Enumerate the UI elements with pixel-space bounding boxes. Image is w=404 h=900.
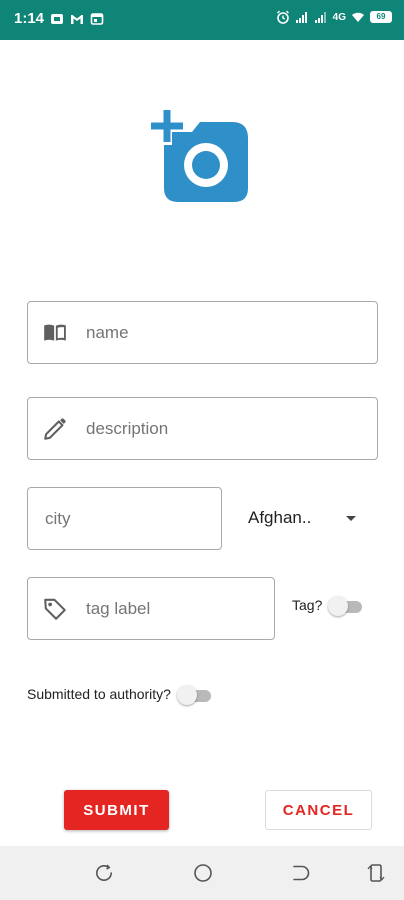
gmail-icon — [71, 14, 84, 24]
message-icon — [51, 13, 64, 24]
authority-toggle-label: Submitted to authority? — [27, 686, 171, 702]
status-right: 4G 69 — [276, 10, 392, 24]
tag-icon — [44, 598, 66, 620]
authority-toggle-thumb — [176, 685, 197, 705]
tag-toggle-thumb — [328, 596, 349, 616]
tag-toggle[interactable] — [328, 594, 364, 616]
back-icon[interactable] — [289, 862, 311, 884]
network-type: 4G — [332, 11, 346, 23]
tag-toggle-row: Tag? — [292, 594, 364, 616]
calendar-icon — [90, 12, 104, 25]
recent-apps-icon[interactable] — [93, 862, 115, 884]
authority-toggle[interactable] — [176, 683, 213, 705]
status-time: 1:14 — [14, 10, 45, 27]
add-a-photo-icon[interactable] — [148, 110, 252, 204]
name-input[interactable] — [86, 322, 377, 343]
country-dropdown[interactable]: Afghan.. — [240, 502, 370, 534]
alarm-icon — [276, 10, 289, 24]
country-value: Afghan.. — [248, 508, 312, 527]
pencil-icon — [44, 417, 66, 440]
authority-toggle-row: Submitted to authority? — [27, 683, 213, 705]
wifi-icon — [352, 12, 364, 22]
tag-toggle-label: Tag? — [292, 597, 323, 613]
signal-icon-secondary — [314, 12, 326, 23]
status-left: 1:14 — [14, 10, 104, 27]
book-icon — [44, 324, 66, 341]
caret-down-icon — [346, 515, 356, 521]
system-nav-bar — [0, 846, 404, 900]
home-icon[interactable] — [192, 862, 214, 884]
submit-button[interactable]: SUBMIT — [64, 790, 169, 830]
tag-input[interactable] — [86, 598, 274, 619]
city-input[interactable] — [28, 508, 221, 529]
description-field[interactable] — [27, 397, 378, 460]
city-field[interactable] — [27, 487, 222, 550]
battery-icon: 69 — [370, 11, 392, 23]
description-input[interactable] — [86, 418, 377, 439]
status-bar: 1:14 4G 69 — [0, 0, 404, 40]
tag-field[interactable] — [27, 577, 275, 640]
name-field[interactable] — [27, 301, 378, 364]
rotate-screen-icon[interactable] — [365, 862, 387, 884]
cancel-button[interactable]: CANCEL — [265, 790, 372, 830]
signal-icon — [295, 12, 307, 23]
